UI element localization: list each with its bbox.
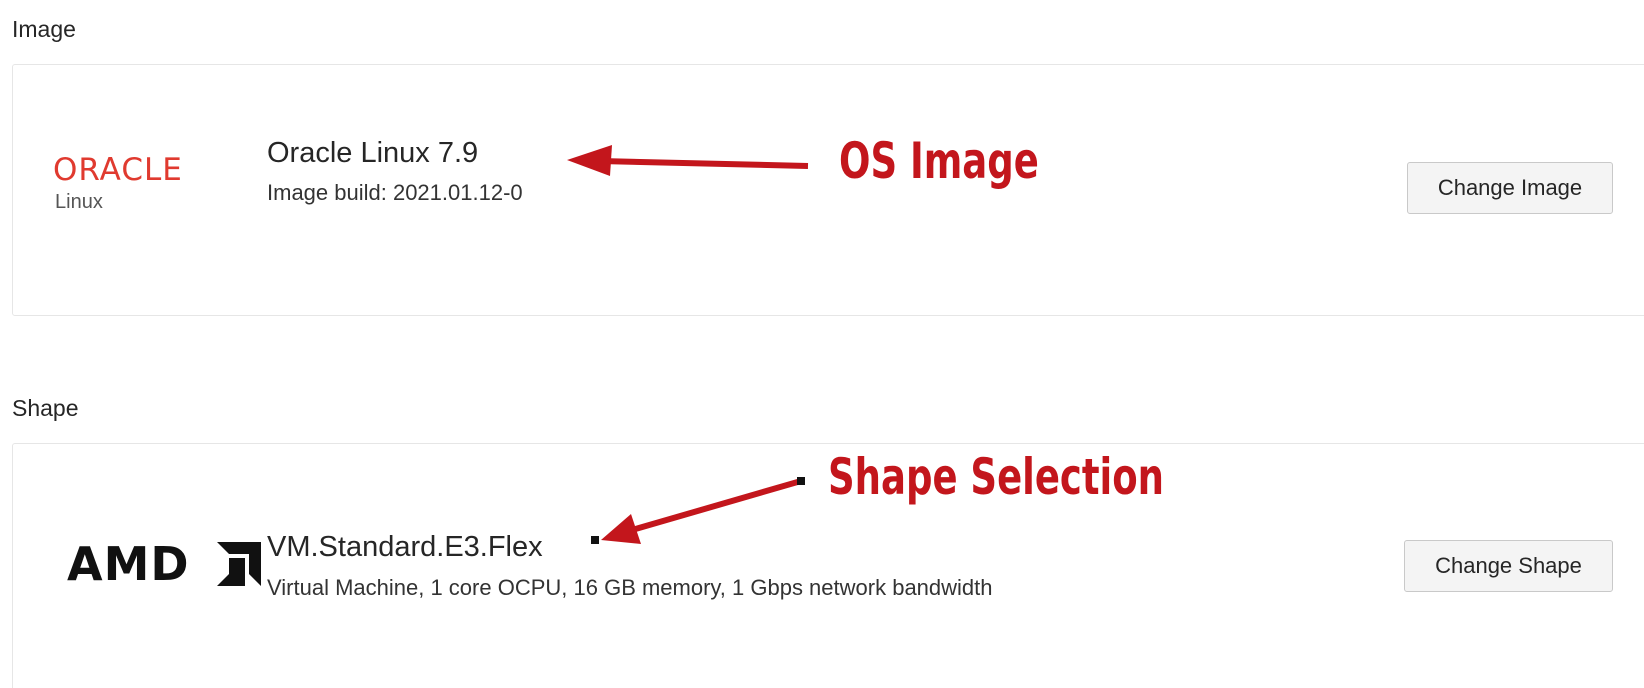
change-image-button[interactable]: Change Image [1407, 162, 1613, 214]
shape-section-label: Shape [12, 395, 79, 421]
instance-config-page: Image ORACLE Linux Oracle Linux 7.9 Imag… [0, 0, 1644, 688]
image-build: Image build: 2021.01.12-0 [267, 180, 523, 205]
change-shape-button[interactable]: Change Shape [1404, 540, 1613, 592]
amd-arrow-mark-icon [217, 542, 261, 586]
oracle-linux-logo-icon: ORACLE Linux [53, 155, 223, 214]
amd-logo-word: AMD [67, 537, 190, 591]
shape-title: VM.Standard.E3.Flex [267, 531, 543, 563]
oracle-logo-word: ORACLE [53, 152, 183, 188]
image-title: Oracle Linux 7.9 [267, 137, 479, 169]
shape-selection-annotation: Shape Selection [828, 448, 1165, 506]
image-card: ORACLE Linux Oracle Linux 7.9 Image buil… [12, 64, 1644, 316]
shape-description: Virtual Machine, 1 core OCPU, 16 GB memo… [267, 575, 993, 600]
image-section-label: Image [12, 16, 76, 42]
oracle-logo-sub: Linux [55, 191, 103, 213]
os-image-annotation: OS Image [839, 132, 1039, 190]
amd-logo-icon: AMD [67, 534, 261, 594]
